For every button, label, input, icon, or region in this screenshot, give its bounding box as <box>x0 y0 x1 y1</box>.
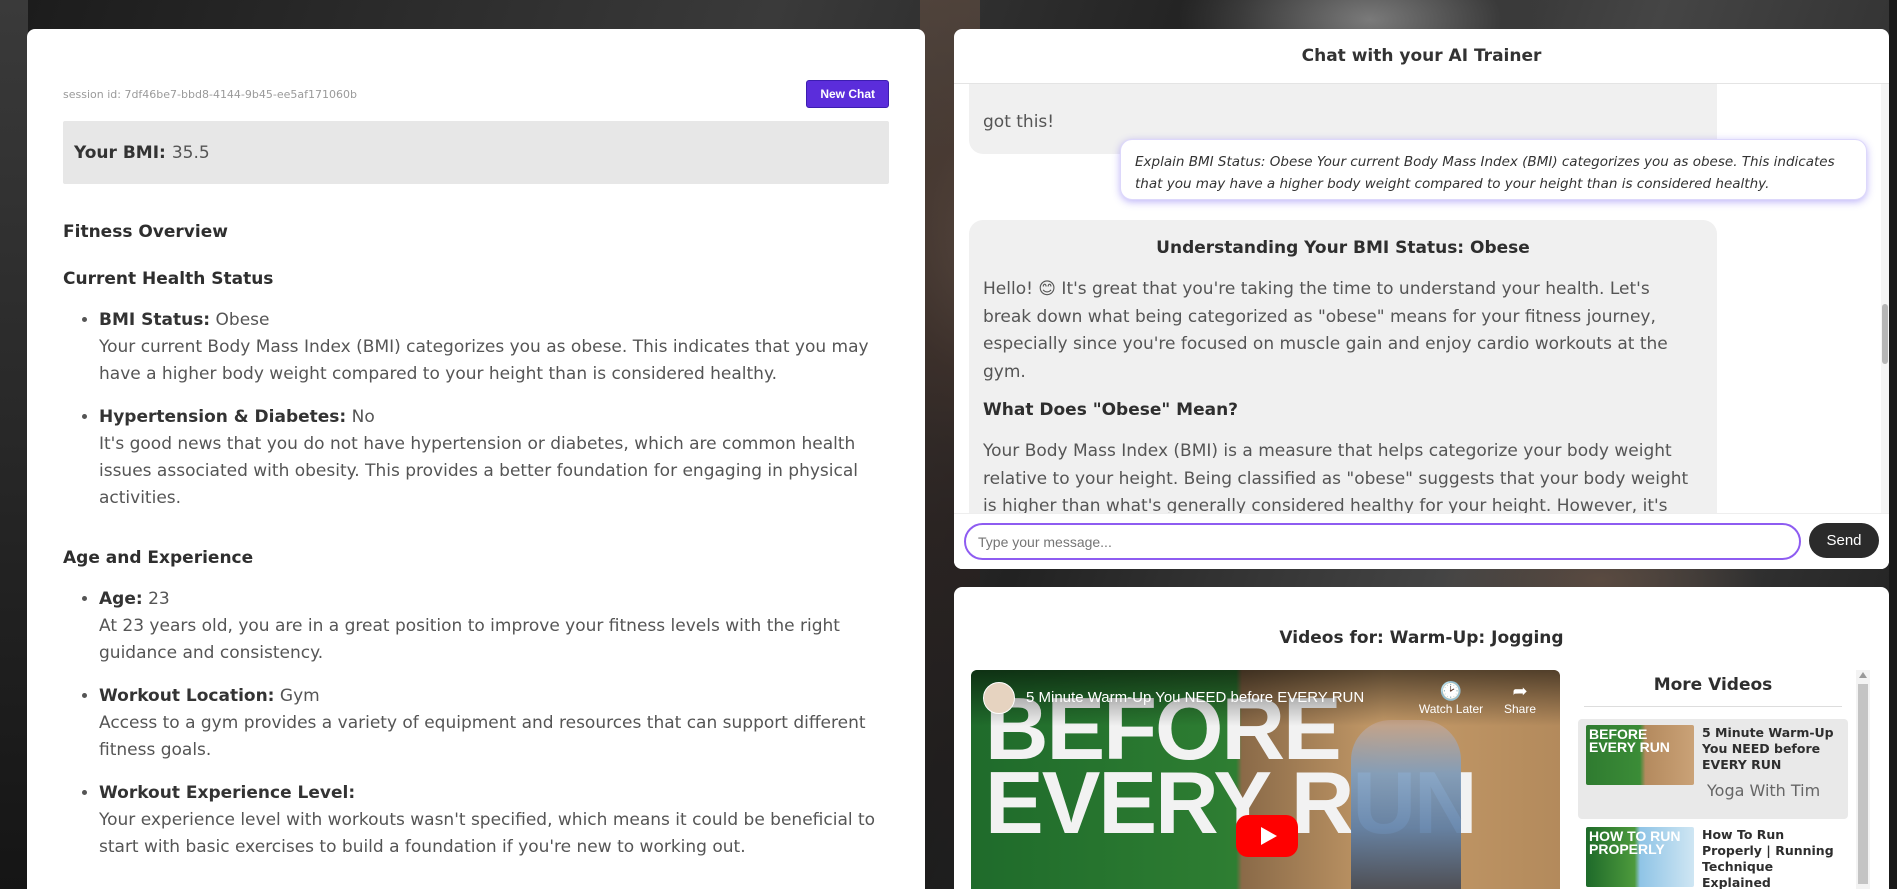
list-item: Workout Location: Gym Access to a gym pr… <box>99 683 889 764</box>
chat-input-row: Send <box>954 513 1889 569</box>
chat-panel: Chat with your AI Trainer got this! Expl… <box>954 29 1889 569</box>
watch-later-label: Watch Later <box>1418 702 1484 716</box>
ai-message: Understanding Your BMI Status: Obese Hel… <box>969 220 1717 539</box>
current-health-heading: Current Health Status <box>63 269 274 289</box>
send-button[interactable]: Send <box>1809 523 1879 558</box>
ai-message-paragraph: Hello! 😊 It's great that you're taking t… <box>983 279 1668 382</box>
item-description: At 23 years old, you are in a great posi… <box>99 616 840 663</box>
list-item: Hypertension & Diabetes: No It's good ne… <box>99 404 889 512</box>
scrollbar-thumb[interactable] <box>1858 684 1868 884</box>
list-item: Workout Experience Level: Your experienc… <box>99 780 889 861</box>
list-item: BMI Status: Obese Your current Body Mass… <box>99 307 889 388</box>
thumbnail-text: BEFORE EVERY RUN <box>1589 726 1670 755</box>
video-title[interactable]: 5 Minute Warm-Up You NEED before EVERY R… <box>1026 689 1364 706</box>
watch-later-button[interactable]: 🕑 Watch Later <box>1411 680 1491 716</box>
video-player[interactable]: BEFORE EVERY RUN 5 Minute Warm-Up You NE… <box>971 670 1560 889</box>
scroll-up-icon[interactable] <box>1859 672 1867 678</box>
new-chat-button[interactable]: New Chat <box>806 80 889 108</box>
item-description: Your experience level with workouts wasn… <box>99 810 876 857</box>
item-value: 23 <box>148 589 170 609</box>
video-title: How To Run Properly | Running Technique … <box>1702 827 1834 889</box>
ai-message-paragraph: Your Body Mass Index (BMI) is a measure … <box>983 441 1689 516</box>
video-info: How To Run Properly | Running Technique … <box>1694 827 1840 889</box>
play-button[interactable] <box>1236 815 1298 857</box>
message-input[interactable] <box>964 523 1801 560</box>
channel-name: Yoga With Tim <box>1707 781 1821 800</box>
user-message: Explain BMI Status: Obese Your current B… <box>1120 139 1867 200</box>
age-experience-heading: Age and Experience <box>63 548 254 568</box>
list-item[interactable]: BEFORE EVERY RUN 5 Minute Warm-Up You NE… <box>1578 719 1848 819</box>
share-button[interactable]: ➦ Share <box>1495 680 1545 716</box>
chat-title: Chat with your AI Trainer <box>954 29 1889 84</box>
video-title: 5 Minute Warm-Up You NEED before EVERY R… <box>1702 725 1834 772</box>
session-id: session id: 7df46be7-bbd8-4144-9b45-ee5a… <box>63 87 357 101</box>
share-label: Share <box>1503 702 1537 716</box>
list-item[interactable]: HOW TO RUN PROPERLY How To Run Properly … <box>1578 821 1848 889</box>
scrollbar-thumb[interactable] <box>1882 304 1888 364</box>
fitness-overview-panel: session id: 7df46be7-bbd8-4144-9b45-ee5a… <box>27 29 925 889</box>
item-value: Gym <box>279 686 320 706</box>
ai-message-subheading: What Does "Obese" Mean? <box>983 400 1239 420</box>
item-label: BMI Status: <box>99 310 211 330</box>
item-label: Workout Location: <box>99 686 275 706</box>
item-value: Obese <box>215 310 270 330</box>
thumbnail-text: HOW TO RUN PROPERLY <box>1589 828 1681 857</box>
list-item: Age: 23 At 23 years old, you are in a gr… <box>99 586 889 667</box>
item-label: Hypertension & Diabetes: <box>99 407 347 427</box>
more-videos-list: More Videos BEFORE EVERY RUN 5 Minute Wa… <box>1578 670 1848 889</box>
thumbnail-person <box>1351 720 1461 889</box>
ai-message-heading: Understanding Your BMI Status: Obese <box>1156 238 1530 258</box>
video-thumbnail: BEFORE EVERY RUN <box>1586 725 1694 785</box>
bmi-value: 35.5 <box>171 142 210 163</box>
background-edge-right <box>1889 0 1897 889</box>
more-videos-heading: More Videos <box>1584 670 1842 707</box>
item-description: It's good news that you do not have hype… <box>99 434 858 508</box>
age-list: Age: 23 At 23 years old, you are in a gr… <box>63 586 889 861</box>
bmi-label: Your BMI: <box>74 142 166 163</box>
item-description: Access to a gym provides a variety of eq… <box>99 713 866 760</box>
video-thumbnail: HOW TO RUN PROPERLY <box>1586 827 1694 887</box>
session-row: session id: 7df46be7-bbd8-4144-9b45-ee5a… <box>63 79 889 109</box>
videos-panel: Videos for: Warm-Up: Jogging BEFORE EVER… <box>954 587 1889 889</box>
bmi-box: Your BMI: 35.5 <box>63 121 889 184</box>
item-label: Age: <box>99 589 143 609</box>
clock-icon: 🕑 <box>1439 681 1463 701</box>
chat-scrollbar[interactable] <box>1881 84 1889 539</box>
share-icon: ➦ <box>1512 681 1528 701</box>
chat-messages[interactable]: got this! Explain BMI Status: Obese Your… <box>954 84 1889 539</box>
item-value: No <box>351 407 375 427</box>
background-edge <box>0 0 28 889</box>
more-videos-scrollbar[interactable] <box>1856 670 1870 889</box>
video-info: 5 Minute Warm-Up You NEED before EVERY R… <box>1694 725 1840 813</box>
videos-title: Videos for: Warm-Up: Jogging <box>1279 628 1564 648</box>
channel-avatar[interactable] <box>983 682 1015 714</box>
fitness-overview-heading: Fitness Overview <box>63 222 228 242</box>
health-list: BMI Status: Obese Your current Body Mass… <box>63 307 889 512</box>
ai-message-text: got this! <box>983 112 1055 132</box>
item-label: Workout Experience Level: <box>99 783 356 803</box>
item-description: Your current Body Mass Index (BMI) categ… <box>99 337 869 384</box>
